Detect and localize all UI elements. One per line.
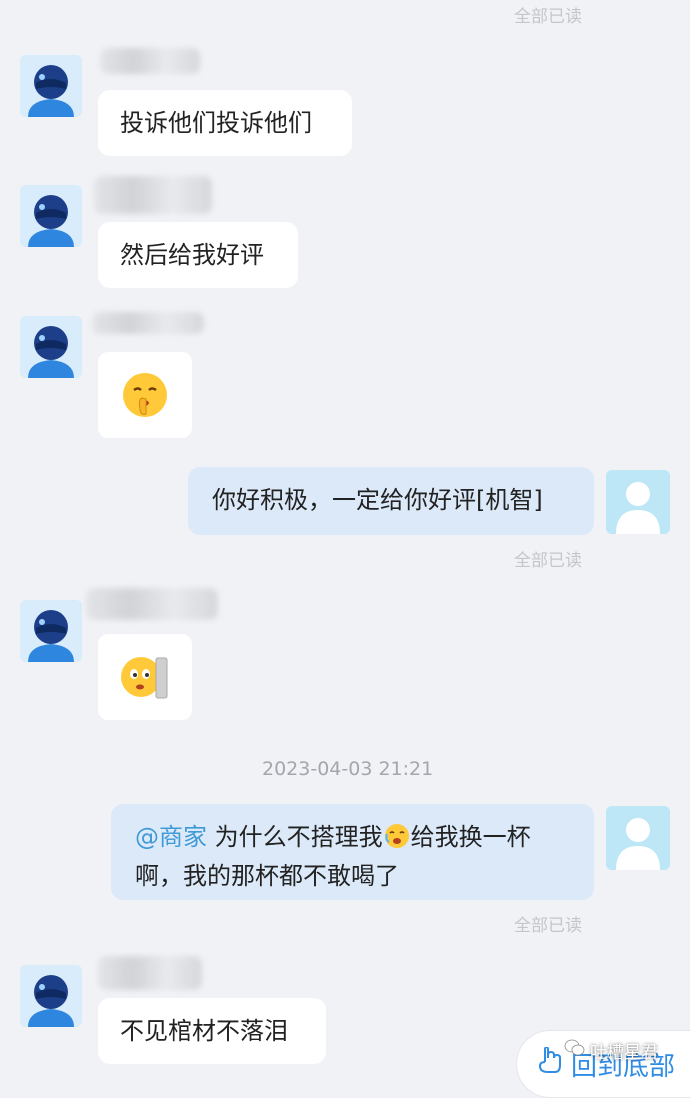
watermark: 吐槽星君 (564, 1038, 658, 1063)
read-status: 全部已读 (514, 551, 582, 571)
sender-name-blurred (94, 176, 212, 214)
message-bubble-emoji[interactable] (98, 634, 192, 720)
sender-name-blurred (92, 312, 204, 334)
message-bubble-incoming[interactable]: 投诉他们投诉他们 (98, 90, 352, 156)
crying-face-emoji-icon (383, 822, 411, 859)
message-timestamp: 2023-04-03 21:21 (262, 758, 434, 780)
sender-name-blurred (100, 48, 200, 74)
message-bubble-outgoing[interactable]: @商家 为什么不搭理我 给我换一杯 啊，我的那杯都不敢喝了 (111, 804, 594, 900)
rider-avatar-icon[interactable] (20, 185, 82, 247)
message-bubble-outgoing[interactable]: 你好积极，一定给你好评[机智] (188, 467, 594, 535)
message-text: 给我换一杯 (410, 823, 531, 851)
message-bubble-emoji[interactable] (98, 352, 192, 438)
wechat-icon (564, 1039, 586, 1062)
rider-avatar-icon[interactable] (20, 600, 82, 662)
sender-name-blurred (86, 588, 218, 620)
sender-name-blurred (98, 956, 202, 990)
message-text: 不见棺材不落泪 (120, 1017, 288, 1045)
mention-merchant[interactable]: @商家 (135, 823, 207, 851)
rider-avatar-icon[interactable] (20, 55, 82, 117)
rider-avatar-icon[interactable] (20, 965, 82, 1027)
message-line-2: 啊，我的那杯都不敢喝了 (135, 862, 399, 890)
hand-pointing-down-icon (537, 1045, 563, 1082)
message-bubble-incoming[interactable]: 不见棺材不落泪 (98, 998, 326, 1064)
shush-face-emoji-icon (123, 373, 167, 417)
read-status: 全部已读 (514, 916, 582, 936)
message-text: 然后给我好评 (120, 241, 264, 269)
read-status: 全部已读 (514, 7, 582, 27)
message-text: 为什么不搭理我 (214, 823, 383, 851)
user-avatar-icon[interactable] (606, 470, 670, 534)
watermark-text: 吐槽星君 (590, 1043, 658, 1063)
message-bubble-incoming[interactable]: 然后给我好评 (98, 222, 298, 288)
peek-wall-emoji-icon (121, 657, 168, 699)
message-text: 投诉他们投诉他们 (120, 109, 312, 137)
message-text: 你好积极，一定给你好评[机智] (212, 486, 543, 514)
rider-avatar-icon[interactable] (20, 316, 82, 378)
user-avatar-icon[interactable] (606, 806, 670, 870)
message-line-1: @商家 为什么不搭理我 给我换一杯 (135, 820, 570, 859)
